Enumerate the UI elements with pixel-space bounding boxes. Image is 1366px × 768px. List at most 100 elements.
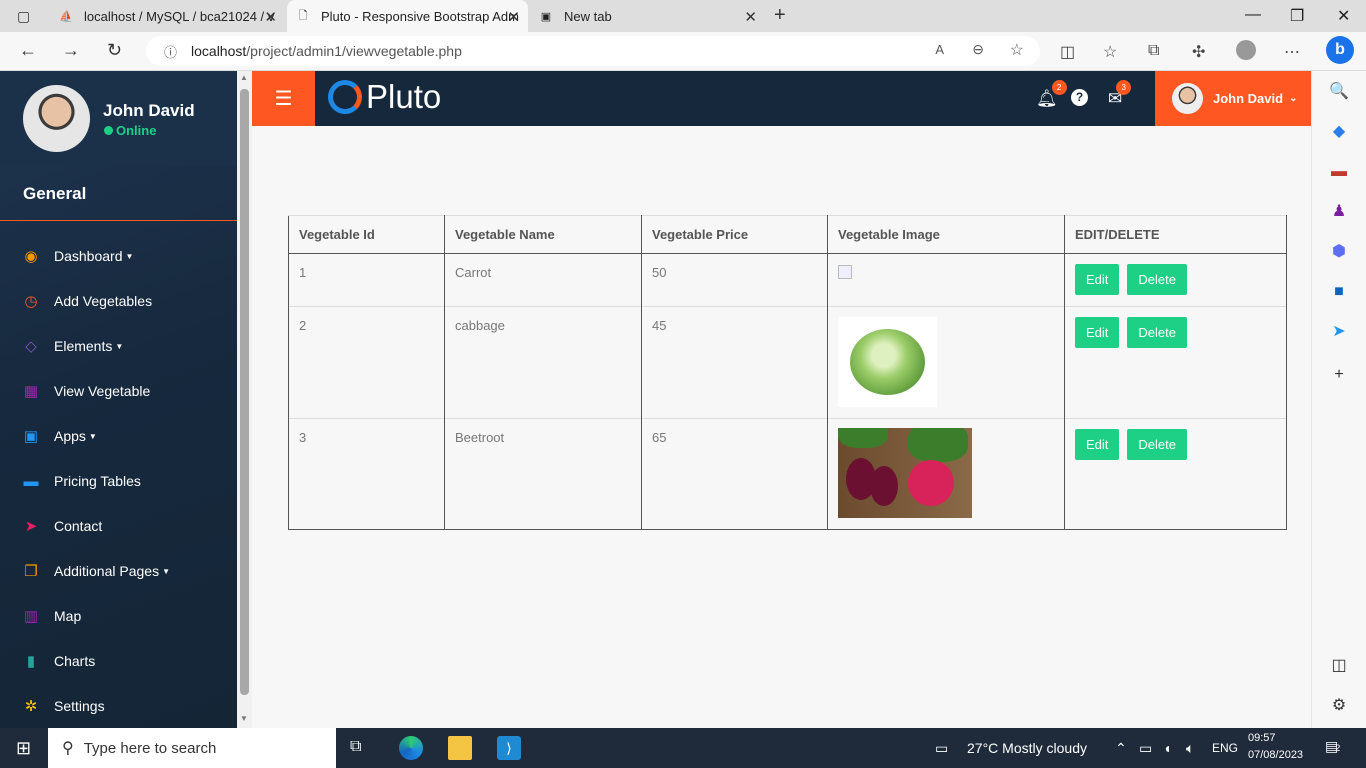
sidebar-item-label: Map	[54, 608, 82, 624]
tab-pluto[interactable]: 🗋 Pluto - Responsive Bootstrap Adm ✕	[287, 0, 528, 32]
restore-icon[interactable]: ❐	[1290, 6, 1304, 26]
send-icon[interactable]: ➤	[1329, 322, 1349, 342]
read-aloud-icon[interactable]: A	[935, 42, 944, 57]
help-icon[interactable]: ?	[1071, 89, 1088, 106]
column-header: Vegetable Id	[288, 215, 445, 254]
refresh-icon[interactable]: ↻	[107, 40, 122, 61]
vegetable-id: 2	[288, 306, 445, 419]
close-tab-icon[interactable]: ✕	[507, 8, 520, 26]
games-icon[interactable]: ♟	[1329, 202, 1349, 222]
outlook-icon[interactable]: ■	[1329, 282, 1349, 302]
zoom-icon[interactable]: ⊖	[972, 41, 984, 58]
url-field[interactable]: ⓘ localhost/project/admin1/viewvegetable…	[146, 36, 1040, 66]
sidebar-scrollbar[interactable]: ▲ ▼	[237, 71, 252, 728]
back-icon[interactable]: ←	[19, 40, 37, 61]
collections-icon[interactable]: ⧉	[1148, 42, 1159, 60]
broken-image-icon	[838, 265, 852, 279]
vscode-icon[interactable]: ⟩	[497, 736, 521, 760]
vegetable-name: cabbage	[444, 306, 642, 419]
sidebar-item-settings[interactable]: ✲ Settings	[0, 686, 237, 726]
profile-icon[interactable]	[1236, 40, 1256, 60]
language-indicator[interactable]: ENG	[1212, 741, 1238, 755]
network-icon[interactable]: ▭	[1139, 740, 1152, 757]
edit-button[interactable]: Edit	[1075, 264, 1120, 295]
address-bar-row: ← → ↻ ⓘ localhost/project/admin1/viewveg…	[0, 32, 1366, 71]
sidebar-item-label: Charts	[54, 653, 96, 669]
tab-new[interactable]: ▣ New tab ✕	[530, 0, 765, 32]
avatar	[23, 85, 90, 152]
notifications-badge: 2	[1051, 80, 1067, 95]
sidebar-item-pricing-tables[interactable]: ▬ Pricing Tables	[0, 461, 237, 501]
volume-icon[interactable]: 🔈︎	[1186, 740, 1194, 757]
sidebar-item-contact[interactable]: ➤ Contact	[0, 506, 237, 546]
clock-time[interactable]: 09:57	[1248, 732, 1276, 744]
scrollbar-thumb[interactable]	[240, 89, 249, 695]
chevron-up-icon[interactable]: ⌃	[1115, 740, 1127, 757]
new-tab-button[interactable]: +	[774, 4, 786, 27]
sidebar-item-dashboard[interactable]: ◉ Dashboard ▼	[0, 236, 237, 276]
sidebar-item-view-vegetable[interactable]: ▦ View Vegetable	[0, 371, 237, 411]
extensions-icon[interactable]: ✣	[1192, 42, 1205, 62]
user-dropdown[interactable]: John David ⌄	[1155, 71, 1311, 126]
favorite-star-icon[interactable]: ☆	[1010, 40, 1024, 60]
taskbar-search[interactable]: ⚲ Type here to search	[48, 728, 336, 768]
weather-icon[interactable]: ▭	[935, 740, 948, 757]
favorites-icon[interactable]: ☆	[1103, 42, 1117, 62]
delete-button[interactable]: Delete	[1127, 264, 1187, 295]
panel-icon[interactable]: ◫	[1329, 656, 1349, 676]
tab-label: New tab	[564, 8, 612, 24]
gear-icon[interactable]: ⚙	[1329, 696, 1349, 716]
office-icon[interactable]: ⬢	[1329, 242, 1349, 262]
task-view-icon[interactable]: ⧉	[350, 738, 361, 756]
caret-down-icon: ▼	[88, 431, 97, 441]
sidebar-item-elements[interactable]: ◇ Elements ▼	[0, 326, 237, 366]
logo[interactable]: Pluto	[328, 77, 441, 117]
sound-icon[interactable]: ◖	[1163, 740, 1171, 756]
file-explorer-icon[interactable]	[448, 736, 472, 760]
close-window-icon[interactable]: ✕	[1337, 6, 1350, 26]
clock-date[interactable]: 07/08/2023	[1248, 749, 1303, 761]
add-icon[interactable]: +	[1329, 365, 1349, 385]
sidebar-item-apps[interactable]: ▣ Apps ▼	[0, 416, 237, 456]
vegetable-image	[827, 418, 1065, 530]
split-screen-icon[interactable]: ◫	[1060, 42, 1075, 62]
browser-tab-bar: ▢ ⛵ localhost / MySQL / bca21024 / v ✕ 🗋…	[0, 0, 1366, 32]
forward-icon[interactable]: →	[62, 40, 80, 61]
tab-phpmyadmin[interactable]: ⛵ localhost / MySQL / bca21024 / v ✕	[50, 0, 285, 32]
windows-start-icon[interactable]: ⊞	[16, 738, 31, 759]
sidebar-item-charts[interactable]: ▮ Charts	[0, 641, 237, 681]
sidebar-item-add-vegetables[interactable]: ◷ Add Vegetables	[0, 281, 237, 321]
edit-button[interactable]: Edit	[1075, 429, 1120, 460]
edge-icon[interactable]	[399, 736, 423, 760]
delete-button[interactable]: Delete	[1127, 429, 1187, 460]
tools-icon[interactable]: ▬	[1329, 162, 1349, 182]
info-icon[interactable]: ⓘ	[164, 42, 177, 61]
sidebar-item-additional-pages[interactable]: ❐ Additional Pages ▼	[0, 551, 237, 591]
close-tab-icon[interactable]: ✕	[264, 8, 277, 26]
weather-text[interactable]: 27°C Mostly cloudy	[967, 740, 1087, 756]
envelope-icon[interactable]: ✉ 3	[1108, 80, 1132, 109]
tab-label: localhost / MySQL / bca21024 / v	[84, 8, 275, 24]
close-tab-icon[interactable]: ✕	[744, 8, 757, 26]
tab-actions-icon[interactable]: ▢	[17, 8, 30, 25]
scroll-down-icon[interactable]: ▼	[240, 714, 248, 723]
table-icon: ▦	[23, 383, 39, 400]
sidebar-item-label: Settings	[54, 698, 105, 714]
bing-icon[interactable]: b	[1326, 36, 1354, 64]
shopping-icon[interactable]: ◆	[1329, 122, 1349, 142]
edit-button[interactable]: Edit	[1075, 317, 1120, 348]
minimize-icon[interactable]: —	[1245, 6, 1261, 24]
notification-center-icon[interactable]: ▤2	[1325, 738, 1340, 755]
bell-icon[interactable]: 🔔︎ 2	[1036, 80, 1067, 109]
bar-chart-icon: ▮	[26, 653, 36, 670]
notification-count: 2	[1335, 743, 1341, 753]
menu-toggle-button[interactable]: ☰	[252, 71, 315, 126]
sidebar-item-map[interactable]: ▥ Map	[0, 596, 237, 636]
column-header: Vegetable Image	[827, 215, 1065, 254]
scroll-up-icon[interactable]: ▲	[240, 73, 248, 82]
column-header: Vegetable Name	[444, 215, 642, 254]
more-icon[interactable]: ⋯	[1284, 42, 1300, 62]
delete-button[interactable]: Delete	[1127, 317, 1187, 348]
vegetable-id: 3	[288, 418, 445, 530]
search-icon[interactable]: 🔍	[1329, 82, 1349, 102]
